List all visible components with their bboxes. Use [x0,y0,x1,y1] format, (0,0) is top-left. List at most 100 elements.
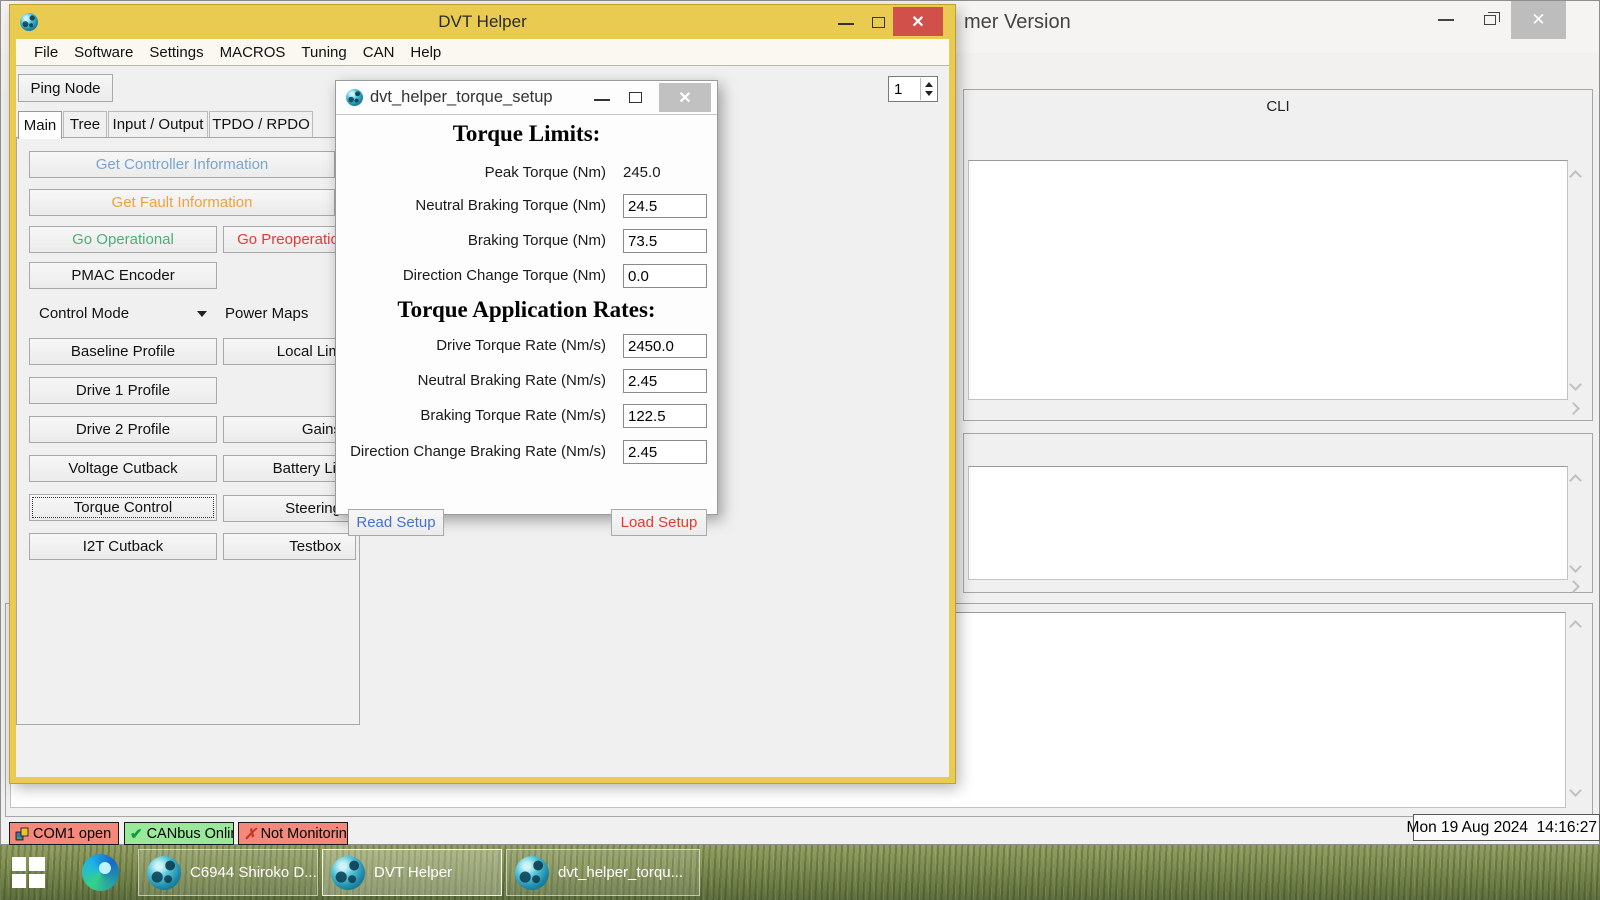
read-setup-button[interactable]: Read Setup [348,509,444,536]
drive-2-profile-button[interactable]: Drive 2 Profile [29,416,217,443]
drive-torque-rate-input[interactable] [623,334,707,358]
status-canbus: ✔ CANbus Online [124,822,234,845]
braking-torque-rate-input[interactable] [623,404,707,428]
background-window-title: mer Version [964,11,1071,34]
pmac-encoder-button[interactable]: PMAC Encoder [29,262,217,289]
direction-change-torque-input[interactable] [623,264,707,288]
close-icon[interactable]: ✕ [893,7,943,36]
load-setup-button[interactable]: Load Setup [611,509,707,536]
status-canbus-label: CANbus Online [147,826,234,842]
close-icon[interactable]: ✕ [1511,1,1566,39]
get-fault-info-button[interactable]: Get Fault Information [29,189,335,216]
menu-settings[interactable]: Settings [141,41,211,64]
control-mode-label: Control Mode [29,305,129,322]
tab-input-output[interactable]: Input / Output [108,111,208,138]
neutral-braking-torque-input[interactable] [623,194,707,218]
cli-label: CLI [964,98,1592,115]
torque-row: Braking Torque Rate (Nm/s) [336,404,717,430]
neutral-braking-torque-label: Neutral Braking Torque (Nm) [344,197,606,214]
start-button[interactable] [12,857,60,889]
control-mode-dropdown[interactable]: Control Mode [29,300,217,327]
torque-setup-dialog: dvt_helper_torque_setup ✕ Torque Limits:… [335,80,718,515]
get-controller-info-button[interactable]: Get Controller Information [29,151,335,178]
scroll-up-icon[interactable] [1569,474,1582,487]
taskbar-item-dvt-helper[interactable]: DVT Helper [322,849,502,896]
chevron-down-icon [197,311,207,317]
middle-output-area[interactable] [968,466,1568,580]
edge-browser-icon[interactable] [82,854,119,891]
drive-torque-rate-label: Drive Torque Rate (Nm/s) [344,337,606,354]
taskbar-item-torque-setup[interactable]: dvt_helper_torqu... [506,849,700,896]
scroll-up-icon[interactable] [1569,170,1582,183]
taskbar-item-c6944[interactable]: C6944 Shiroko D... [138,849,318,896]
maximize-icon[interactable] [629,92,642,103]
node-id-input[interactable] [890,78,920,100]
torque-row: Direction Change Braking Rate (Nm/s) [336,440,717,466]
scroll-down-icon[interactable] [1569,378,1582,391]
torque-row: Peak Torque (Nm) 245.0 [336,161,717,187]
direction-change-braking-rate-input[interactable] [623,440,707,464]
cli-output-area[interactable] [968,160,1568,400]
menu-macros[interactable]: MACROS [212,41,294,64]
menu-file[interactable]: File [26,41,66,64]
windows-logo-icon [29,857,45,871]
scroll-down-icon[interactable] [1569,784,1582,797]
ping-node-button[interactable]: Ping Node [18,74,113,102]
minimize-icon[interactable] [1438,19,1454,21]
spin-down-icon[interactable] [925,91,933,96]
app-globe-icon [147,856,181,890]
check-icon: ✔ [130,825,143,843]
torque-row: Direction Change Torque (Nm) [336,264,717,290]
scroll-up-icon[interactable] [1569,620,1582,633]
torque-rates-heading: Torque Application Rates: [336,297,717,323]
voltage-cutback-button[interactable]: Voltage Cutback [29,455,217,482]
cross-icon: ✗ [244,825,257,843]
serial-port-icon [15,827,29,841]
tab-tree[interactable]: Tree [63,111,107,138]
dvt-titlebar[interactable]: DVT Helper ✕ [10,5,955,39]
neutral-braking-rate-input[interactable] [623,369,707,393]
windows-logo-icon [29,874,45,888]
testbox-button[interactable]: Testbox [223,533,356,560]
torque-control-button[interactable]: Torque Control [29,494,217,521]
node-id-spinner[interactable] [888,76,938,102]
scroll-right-icon[interactable] [1567,580,1580,593]
dvt-window-title: DVT Helper [10,12,955,32]
minimize-icon[interactable] [594,99,610,101]
dialog-titlebar[interactable]: dvt_helper_torque_setup ✕ [336,81,717,114]
menu-tuning[interactable]: Tuning [293,41,354,64]
scroll-down-icon[interactable] [1569,560,1582,573]
taskbar-item-label: DVT Helper [374,864,452,881]
menu-software[interactable]: Software [66,41,141,64]
dialog-title: dvt_helper_torque_setup [370,88,553,107]
windows-logo-icon [12,857,26,871]
tab-main[interactable]: Main [18,111,62,139]
restore-icon[interactable] [1484,15,1496,25]
menu-can[interactable]: CAN [355,41,403,64]
braking-torque-input[interactable] [623,229,707,253]
peak-torque-value: 245.0 [623,164,661,181]
spin-up-icon[interactable] [925,82,933,87]
status-com-label: COM1 open [33,826,111,842]
spinner-arrows[interactable] [920,78,936,100]
drive-1-profile-button[interactable]: Drive 1 Profile [29,377,217,404]
i2t-cutback-button[interactable]: I2T Cutback [29,533,217,560]
braking-torque-label: Braking Torque (Nm) [344,232,606,249]
maximize-icon[interactable] [872,17,885,28]
go-operational-button[interactable]: Go Operational [29,226,217,253]
braking-torque-rate-label: Braking Torque Rate (Nm/s) [344,407,606,424]
app-globe-icon [346,89,363,106]
menu-help[interactable]: Help [402,41,449,64]
neutral-braking-rate-label: Neutral Braking Rate (Nm/s) [344,372,606,389]
app-globe-icon [331,856,365,890]
torque-row: Drive Torque Rate (Nm/s) [336,334,717,360]
baseline-profile-button[interactable]: Baseline Profile [29,338,217,365]
minimize-icon[interactable] [838,23,854,25]
desktop: mer Version ✕ CLI [0,0,1600,900]
status-monitoring: ✗ Not Monitoring [238,822,348,845]
tab-tpdo-rpdo[interactable]: TPDO / RPDO [209,111,313,138]
direction-change-braking-rate-label: Direction Change Braking Rate (Nm/s) [344,443,606,460]
scroll-right-icon[interactable] [1567,402,1580,415]
close-icon[interactable]: ✕ [659,83,711,112]
torque-row: Neutral Braking Rate (Nm/s) [336,369,717,395]
